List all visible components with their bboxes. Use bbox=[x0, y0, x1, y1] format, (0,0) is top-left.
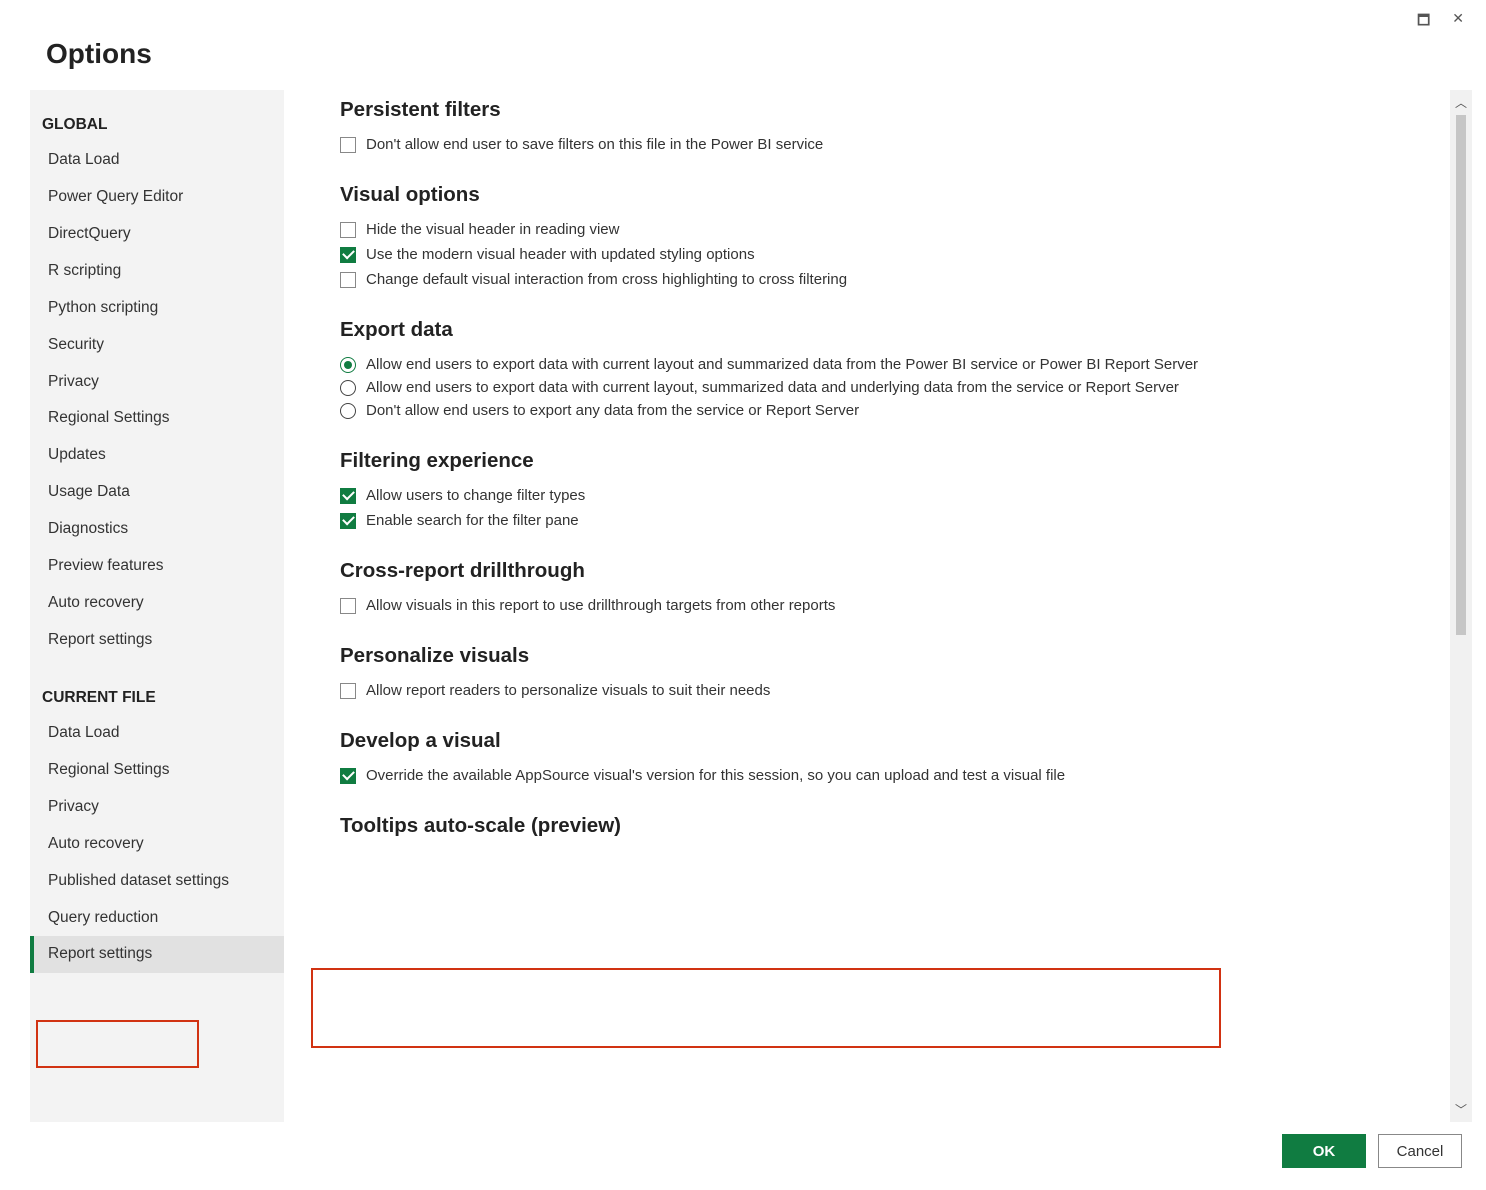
scrollbar-thumb[interactable] bbox=[1456, 115, 1466, 635]
sidebar-item-auto-recovery-global[interactable]: Auto recovery bbox=[30, 585, 284, 622]
label-hide-visual-header: Hide the visual header in reading view bbox=[366, 221, 619, 238]
sidebar-item-diagnostics[interactable]: Diagnostics bbox=[30, 511, 284, 548]
label-change-filter-types: Allow users to change filter types bbox=[366, 487, 585, 504]
label-cross-report-drillthrough: Allow visuals in this report to use dril… bbox=[366, 597, 835, 614]
cancel-button[interactable]: Cancel bbox=[1378, 1134, 1462, 1168]
label-modern-visual-header: Use the modern visual header with update… bbox=[366, 246, 755, 263]
close-icon[interactable]: ✕ bbox=[1452, 10, 1464, 34]
checkbox-change-filter-types[interactable] bbox=[340, 488, 356, 504]
checkbox-disallow-save-filters[interactable] bbox=[340, 137, 356, 153]
sidebar-item-cf-regional[interactable]: Regional Settings bbox=[30, 752, 284, 789]
sidebar-item-power-query-editor[interactable]: Power Query Editor bbox=[30, 179, 284, 216]
sidebar-item-python-scripting[interactable]: Python scripting bbox=[30, 290, 284, 327]
label-disallow-save-filters: Don't allow end user to save filters on … bbox=[366, 136, 823, 153]
sidebar-item-preview-features[interactable]: Preview features bbox=[30, 548, 284, 585]
sidebar-item-global-data-load[interactable]: Data Load bbox=[30, 142, 284, 179]
section-filtering-title: Filtering experience bbox=[340, 449, 1430, 473]
options-sidebar: GLOBAL Data Load Power Query Editor Dire… bbox=[30, 90, 284, 1122]
checkbox-personalize-visuals[interactable] bbox=[340, 683, 356, 699]
sidebar-item-cf-report-settings[interactable]: Report settings bbox=[30, 936, 284, 973]
sidebar-item-directquery[interactable]: DirectQuery bbox=[30, 216, 284, 253]
checkbox-search-filter-pane[interactable] bbox=[340, 513, 356, 529]
sidebar-item-report-settings-global[interactable]: Report settings bbox=[30, 622, 284, 659]
section-tooltips-autoscale-title: Tooltips auto-scale (preview) bbox=[340, 814, 1430, 838]
options-content: Persistent filters Don't allow end user … bbox=[284, 90, 1450, 1122]
section-personalize-title: Personalize visuals bbox=[340, 644, 1430, 668]
sidebar-item-updates[interactable]: Updates bbox=[30, 437, 284, 474]
checkbox-modern-visual-header[interactable] bbox=[340, 247, 356, 263]
section-export-data-title: Export data bbox=[340, 318, 1430, 342]
sidebar-item-cf-auto-recovery[interactable]: Auto recovery bbox=[30, 826, 284, 863]
radio-export-none[interactable] bbox=[340, 403, 356, 419]
label-export-underlying: Allow end users to export data with curr… bbox=[366, 379, 1179, 396]
section-visual-options-title: Visual options bbox=[340, 183, 1430, 207]
sidebar-item-cf-published-dataset[interactable]: Published dataset settings bbox=[30, 863, 284, 900]
radio-export-underlying[interactable] bbox=[340, 380, 356, 396]
checkbox-cross-filtering[interactable] bbox=[340, 272, 356, 288]
maximize-icon[interactable]: 🗖 bbox=[1417, 10, 1430, 34]
sidebar-item-usage-data[interactable]: Usage Data bbox=[30, 474, 284, 511]
label-search-filter-pane: Enable search for the filter pane bbox=[366, 512, 579, 529]
sidebar-item-privacy-global[interactable]: Privacy bbox=[30, 364, 284, 401]
label-personalize-visuals: Allow report readers to personalize visu… bbox=[366, 682, 770, 699]
content-scrollbar[interactable]: ︿ ﹀ bbox=[1450, 90, 1472, 1122]
section-persistent-filters-title: Persistent filters bbox=[340, 98, 1430, 122]
sidebar-group-global: GLOBAL bbox=[30, 108, 284, 142]
page-title: Options bbox=[46, 38, 1486, 70]
radio-export-summarized[interactable] bbox=[340, 357, 356, 373]
checkbox-cross-report-drillthrough[interactable] bbox=[340, 598, 356, 614]
scroll-down-icon[interactable]: ﹀ bbox=[1453, 1099, 1469, 1120]
label-export-none: Don't allow end users to export any data… bbox=[366, 402, 859, 419]
sidebar-item-security[interactable]: Security bbox=[30, 327, 284, 364]
checkbox-hide-visual-header[interactable] bbox=[340, 222, 356, 238]
sidebar-item-regional-global[interactable]: Regional Settings bbox=[30, 400, 284, 437]
sidebar-item-cf-data-load[interactable]: Data Load bbox=[30, 715, 284, 752]
checkbox-override-appsource-visual[interactable] bbox=[340, 768, 356, 784]
ok-button[interactable]: OK bbox=[1282, 1134, 1366, 1168]
sidebar-group-current-file: CURRENT FILE bbox=[30, 681, 284, 715]
label-override-appsource-visual: Override the available AppSource visual'… bbox=[366, 767, 1065, 784]
section-develop-visual-title: Develop a visual bbox=[340, 729, 1430, 753]
sidebar-item-cf-query-reduction[interactable]: Query reduction bbox=[30, 900, 284, 937]
section-cross-report-title: Cross-report drillthrough bbox=[340, 559, 1430, 583]
sidebar-item-r-scripting[interactable]: R scripting bbox=[30, 253, 284, 290]
label-cross-filtering: Change default visual interaction from c… bbox=[366, 271, 847, 288]
scroll-up-icon[interactable]: ︿ bbox=[1453, 92, 1469, 113]
sidebar-item-cf-privacy[interactable]: Privacy bbox=[30, 789, 284, 826]
label-export-summarized: Allow end users to export data with curr… bbox=[366, 356, 1198, 373]
